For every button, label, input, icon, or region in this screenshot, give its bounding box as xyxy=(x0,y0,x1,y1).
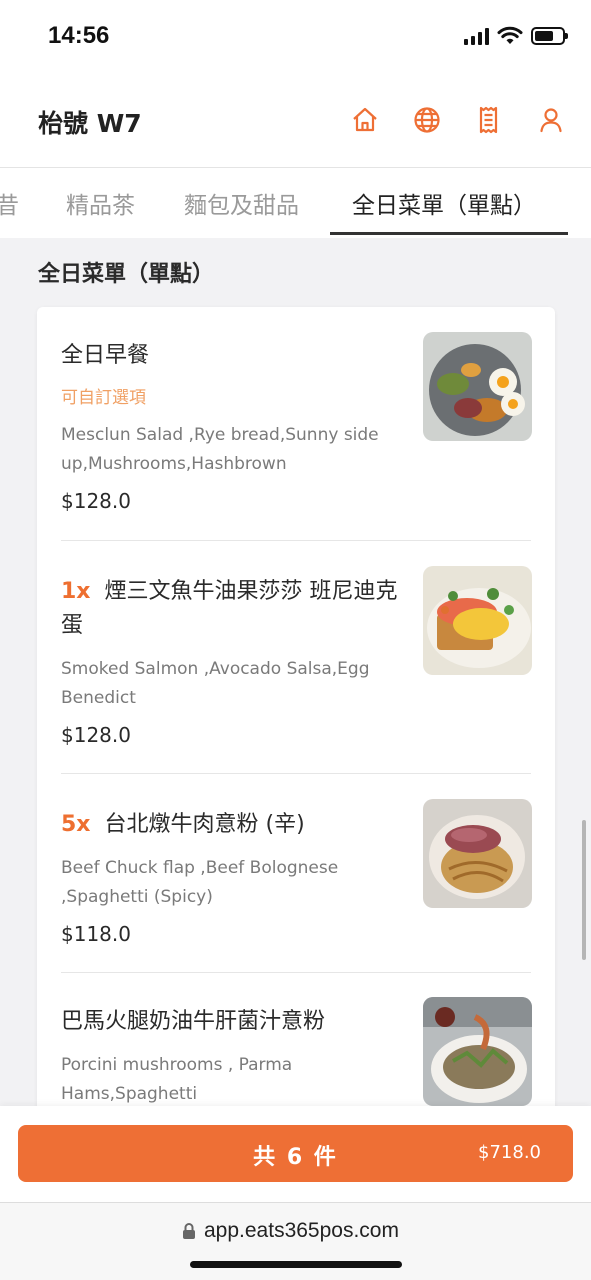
quantity-badge: 1x xyxy=(61,579,91,604)
tab-previous-category[interactable]: 昔 xyxy=(0,186,19,220)
battery-icon xyxy=(531,27,568,45)
item-name: 5x 台北燉牛肉意粉 (辛) xyxy=(61,812,305,837)
item-photo-beef-spaghetti xyxy=(423,799,532,908)
cart-bar: 共 6 件 $718.0 xyxy=(0,1106,591,1202)
cellular-signal-icon xyxy=(464,27,489,45)
user-icon[interactable] xyxy=(533,102,569,138)
item-description: Smoked Salmon ,Avocado Salsa,Egg Benedic… xyxy=(61,659,370,708)
status-time: 14:56 xyxy=(48,22,110,49)
table-label: 枱號 W7 xyxy=(38,109,142,138)
header-actions xyxy=(347,102,569,138)
active-tab-indicator xyxy=(330,232,568,235)
item-price: $128.0 xyxy=(61,489,131,513)
item-photo-parma-spaghetti xyxy=(423,997,532,1106)
cart-total: $718.0 xyxy=(478,1142,541,1163)
home-icon[interactable] xyxy=(347,102,383,138)
status-bar: 14:56 xyxy=(0,0,591,76)
menu-item[interactable]: 巴馬火腿奶油牛肝菌汁意粉 Porcini mushrooms , Parma H… xyxy=(37,973,555,1127)
customizable-option-label: 可自訂選項 xyxy=(61,388,146,408)
tab-premium-tea[interactable]: 精品茶 xyxy=(66,186,135,220)
section-title: 全日菜單（單點） xyxy=(38,262,215,287)
menu-item[interactable]: 全日早餐 可自訂選項 Mesclun Salad ,Rye bread,Sunn… xyxy=(37,307,555,541)
app-header: 枱號 W7 xyxy=(0,76,591,168)
item-photo-breakfast xyxy=(423,332,532,441)
menu-item[interactable]: 1x 煙三文魚牛油果莎莎 班尼迪克蛋 Smoked Salmon ,Avocado… xyxy=(37,541,555,774)
scrollbar[interactable] xyxy=(582,820,586,960)
status-icons xyxy=(464,26,568,46)
quantity-badge: 5x xyxy=(61,812,91,837)
view-cart-button[interactable]: 共 6 件 $718.0 xyxy=(18,1125,573,1182)
menu-item[interactable]: 5x 台北燉牛肉意粉 (辛) Beef Chuck flap ,Beef Bolo… xyxy=(37,774,555,973)
item-name: 巴馬火腿奶油牛肝菌汁意粉 xyxy=(61,1009,326,1034)
category-tabs: 昔 精品茶 麵包及甜品 全日菜單（單點） xyxy=(0,168,591,238)
tab-all-day-menu[interactable]: 全日菜單（單點） xyxy=(352,186,536,220)
tab-bread-dessert[interactable]: 麵包及甜品 xyxy=(184,186,299,220)
url-text[interactable]: app.eats365pos.com xyxy=(204,1219,399,1243)
wifi-icon xyxy=(497,26,523,44)
item-description: Porcini mushrooms , Parma Hams,Spaghetti xyxy=(61,1055,293,1104)
item-price: $118.0 xyxy=(61,922,131,946)
browser-address-bar[interactable]: app.eats365pos.com xyxy=(0,1202,591,1280)
item-price: $128.0 xyxy=(61,723,131,747)
item-description: Mesclun Salad ,Rye bread,Sunny side up,M… xyxy=(61,425,379,474)
item-name: 1x 煙三文魚牛油果莎莎 班尼迪克蛋 xyxy=(61,579,398,638)
item-name: 全日早餐 xyxy=(61,343,150,368)
globe-icon[interactable] xyxy=(409,102,445,138)
item-description: Beef Chuck flap ,Beef Bolognese ,Spaghet… xyxy=(61,858,339,907)
menu-item-list: 全日早餐 可自訂選項 Mesclun Salad ,Rye bread,Sunn… xyxy=(37,307,555,1127)
home-indicator[interactable] xyxy=(190,1261,402,1268)
receipt-icon[interactable] xyxy=(471,102,507,138)
lock-icon xyxy=(183,1223,195,1239)
item-photo-salmon-benedict xyxy=(423,566,532,675)
